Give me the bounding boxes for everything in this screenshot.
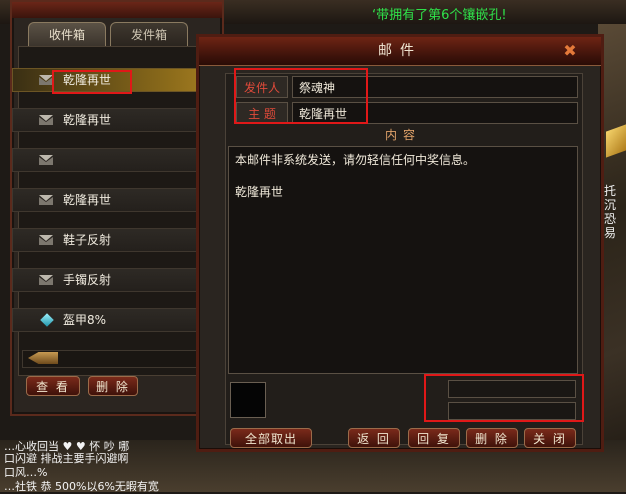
highlight-box: [234, 68, 368, 124]
mail-list-item[interactable]: 乾隆再世: [12, 188, 206, 212]
mail-subject: 乾隆再世: [63, 193, 112, 207]
content-body: 乾隆再世: [235, 185, 284, 199]
mail-list-item[interactable]: [12, 148, 206, 172]
back-button[interactable]: 返 回: [348, 428, 400, 448]
tab-inbox[interactable]: 收件箱: [28, 22, 106, 47]
view-button[interactable]: 查 看: [26, 376, 80, 396]
mail-list-item[interactable]: 手镯反射: [12, 268, 206, 292]
content-notice: 本邮件非系统发送，请勿轻信任何中奖信息。: [235, 153, 476, 167]
take-all-button[interactable]: 全部取出: [230, 428, 312, 448]
envelope-icon: [39, 235, 53, 245]
attachment-slot[interactable]: [230, 382, 266, 418]
mail-subject: 鞋子反射: [63, 233, 112, 247]
mail-list-item[interactable]: 盔甲8%: [12, 308, 206, 332]
mail-subject: 盔甲8%: [63, 313, 107, 327]
game-side-text: 托沉 恐易: [604, 184, 617, 240]
mail-subject: 手镯反射: [63, 273, 112, 287]
envelope-icon: [39, 115, 53, 125]
mailbox-title-bar: [12, 2, 222, 18]
mail-list-item[interactable]: 鞋子反射: [12, 228, 206, 252]
delete-mail-button[interactable]: 删 除: [88, 376, 138, 396]
dialog-title: 邮件: [378, 43, 422, 59]
mail-list-item[interactable]: 乾隆再世: [12, 108, 206, 132]
highlight-box: [52, 70, 132, 94]
gem-icon: [40, 313, 54, 327]
envelope-icon: [39, 155, 53, 165]
game-system-message: ‘带拥有了第6个镶嵌孔!: [372, 8, 507, 23]
content-header: 内容: [384, 128, 421, 142]
highlight-box: [424, 374, 584, 422]
mail-content-area[interactable]: 本邮件非系统发送，请勿轻信任何中奖信息。 乾隆再世: [228, 146, 578, 374]
close-icon[interactable]: ✖: [561, 43, 579, 59]
envelope-icon: [39, 75, 53, 85]
envelope-icon: [39, 275, 53, 285]
reply-button[interactable]: 回 复: [408, 428, 460, 448]
mail-subject: 乾隆再世: [63, 113, 112, 127]
envelope-icon: [39, 195, 53, 205]
close-button[interactable]: 关 闭: [524, 428, 576, 448]
tab-outbox[interactable]: 发件箱: [110, 22, 188, 47]
delete-button[interactable]: 删 除: [466, 428, 518, 448]
